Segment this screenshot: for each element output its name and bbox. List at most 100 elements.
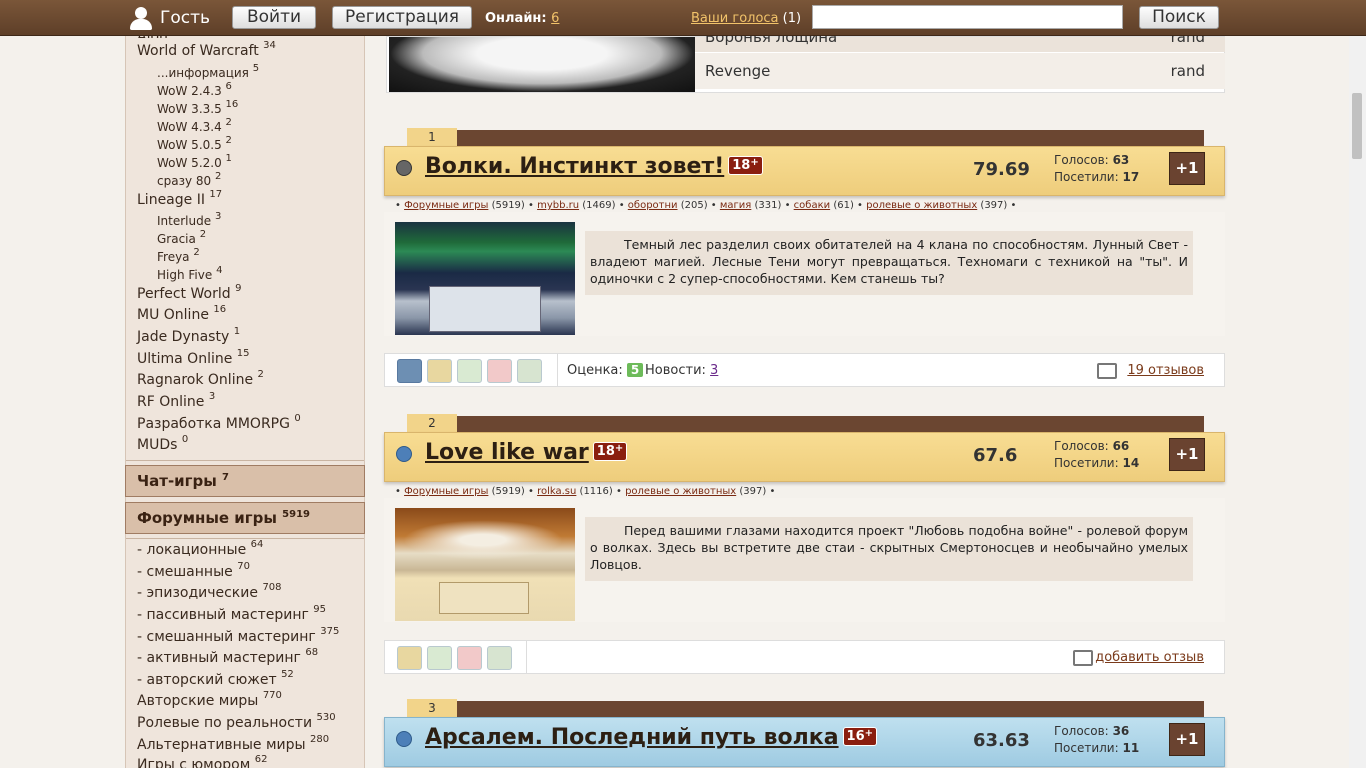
sidebar-item[interactable]: Ragnarok Online 2 [137, 369, 264, 388]
sidebar-item-count: 708 [262, 582, 282, 593]
sidebar-subitem[interactable]: WoW 5.0.5 2 [157, 135, 232, 152]
sidebar-item[interactable]: Ultima Online 15 [137, 348, 250, 367]
tag-link[interactable]: mybb.ru [537, 200, 579, 211]
sidebar-item-label: MU Online [137, 307, 209, 323]
tag-list: • Форумные игры (5919) • mybb.ru (1469) … [395, 200, 1017, 211]
tag-link[interactable]: ролевые о животных [625, 486, 736, 497]
sidebar-item-count: 280 [310, 734, 330, 745]
sidebar-subitem[interactable]: Interlude 3 [157, 211, 221, 228]
my-votes-link[interactable]: Ваши голоса [691, 11, 779, 26]
sidebar-item-count: 34 [263, 40, 276, 51]
sidebar-category-chat-games[interactable]: Чат-игры 7 [125, 465, 365, 497]
project-screenshot[interactable] [389, 37, 695, 92]
sidebar-item[interactable]: - пассивный мастеринг 95 [137, 604, 326, 623]
sidebar-item[interactable]: RF Online 3 [137, 391, 216, 410]
sidebar-item-label: Авторские миры [137, 693, 259, 709]
sidebar-item[interactable]: Lineage II 17 [137, 189, 222, 208]
sidebar-item[interactable]: Разработка MMORPG 0 [137, 413, 301, 432]
card-footer: добавить отзыв [384, 640, 1225, 674]
sidebar-item[interactable]: MU Online 16 [137, 304, 226, 323]
sidebar-item-label: Разработка MMORPG [137, 416, 290, 432]
project-title-link[interactable]: Love like war 18+ [425, 440, 628, 465]
sidebar-item-label: - пассивный мастеринг [137, 607, 309, 623]
sidebar-item[interactable]: - локационные 64 [137, 539, 263, 558]
sidebar-item[interactable]: - активный мастеринг 68 [137, 647, 318, 666]
sidebar-item-count: 62 [254, 754, 268, 765]
sidebar-item[interactable]: Perfect World 9 [137, 283, 241, 302]
project-thumbnail[interactable] [395, 508, 575, 621]
project-score: 63.63 [973, 730, 1030, 751]
scrollbar-thumb[interactable] [1352, 93, 1362, 159]
sidebar-item[interactable]: - смешанный мастеринг 375 [137, 626, 339, 645]
add-review-link[interactable]: добавить отзыв [1095, 650, 1204, 665]
project-thumbnail[interactable] [395, 222, 575, 335]
login-button[interactable]: Войти [232, 6, 316, 29]
sidebar-item[interactable]: - авторский сюжет 52 [137, 669, 294, 688]
page-scrollbar[interactable] [1349, 36, 1366, 768]
sidebar-item[interactable]: - смешанные 70 [137, 561, 250, 580]
sidebar-subitem[interactable]: WoW 5.2.0 1 [157, 153, 232, 170]
tag-link[interactable]: оборотни [628, 200, 678, 211]
sidebar-item-label: MUDs [137, 437, 178, 453]
sidebar-subitem[interactable]: High Five 4 [157, 265, 222, 282]
sidebar-subitem[interactable]: WoW 4.3.4 2 [157, 117, 232, 134]
sidebar-item[interactable]: World of Warcraft 34 [137, 40, 276, 59]
vote-plus-button[interactable]: +1 [1169, 152, 1205, 185]
sidebar-item[interactable]: - эпизодические 708 [137, 582, 282, 601]
project-title-link[interactable]: Волки. Инстинкт зовет! 18+ [425, 154, 763, 179]
thumbs-down-icon[interactable] [487, 359, 512, 383]
age-rating-badge: 18+ [728, 156, 763, 175]
votes-label: Голосов: [1054, 439, 1109, 453]
sidebar-item-count: 2 [193, 247, 200, 258]
sidebar-item-label: сразу 80 [157, 174, 212, 188]
online-count-link[interactable]: 6 [551, 11, 559, 26]
divider [526, 641, 527, 673]
tag-link[interactable]: Форумные игры [404, 486, 488, 497]
sidebar-item[interactable]: Jade Dynasty 1 [137, 326, 240, 345]
sidebar-item-count: 70 [237, 561, 250, 572]
sidebar-subitem[interactable]: Gracia 2 [157, 229, 206, 246]
stats-chart-icon[interactable] [517, 359, 542, 383]
sidebar-item[interactable]: MUDs 0 [137, 434, 188, 453]
thumbs-up-icon[interactable] [427, 646, 452, 670]
register-button[interactable]: Регистрация [332, 6, 472, 29]
news-count-link[interactable]: 3 [710, 363, 718, 378]
category-label: Чат-игры [137, 472, 217, 490]
previous-project-card: Воронья лощина rand Revenge rand [386, 28, 1225, 93]
thumbs-down-icon[interactable] [457, 646, 482, 670]
tag-link[interactable]: Форумные игры [404, 200, 488, 211]
sidebar-subitem[interactable]: сразу 80 2 [157, 171, 221, 188]
sidebar-item[interactable]: Игры с юмором 62 [137, 754, 268, 768]
sidebar-item[interactable]: Авторские миры 770 [137, 690, 282, 709]
sidebar-item[interactable]: Альтернативные миры 280 [137, 734, 330, 753]
vk-share-icon[interactable] [397, 359, 422, 383]
sidebar-subitem[interactable]: WoW 2.4.3 6 [157, 81, 232, 98]
sidebar-item-count: 3 [208, 391, 216, 402]
tag-link[interactable]: магия [720, 200, 751, 211]
tag-link[interactable]: rolka.su [537, 486, 576, 497]
stats-chart-icon[interactable] [487, 646, 512, 670]
vote-plus-button[interactable]: +1 [1169, 723, 1205, 756]
tag-link[interactable]: ролевые о животных [866, 200, 977, 211]
tag-link[interactable]: собаки [794, 200, 830, 211]
tag-count: (1116) [579, 486, 613, 497]
rank-number: 3 [407, 699, 457, 717]
project-title-link[interactable]: Арсалем. Последний путь волка 16+ [425, 725, 878, 750]
reviews-link[interactable]: 19 отзывов [1127, 363, 1204, 378]
sidebar-subitem[interactable]: WoW 3.3.5 16 [157, 99, 238, 116]
guest-user[interactable]: Гость [128, 5, 210, 31]
thumbs-up-icon[interactable] [457, 359, 482, 383]
news-label: Новости: [645, 363, 706, 378]
sidebar-subitem[interactable]: ...информация 5 [157, 63, 260, 80]
tag-count: (205) [680, 200, 708, 211]
sidebar-category-forum-games[interactable]: Форумные игры 5919 [125, 502, 365, 534]
vote-plus-button[interactable]: +1 [1169, 438, 1205, 471]
sidebar-subitem[interactable]: Freya 2 [157, 247, 200, 264]
sidebar-item[interactable]: Ролевые по реальности 530 [137, 712, 336, 731]
sidebar-item-label: Ultima Online [137, 351, 233, 367]
coins-icon[interactable] [397, 646, 422, 670]
coins-icon[interactable] [427, 359, 452, 383]
search-button[interactable]: Поиск [1139, 6, 1219, 29]
sidebar-item-count: 5 [252, 63, 260, 74]
search-input[interactable] [812, 5, 1123, 29]
